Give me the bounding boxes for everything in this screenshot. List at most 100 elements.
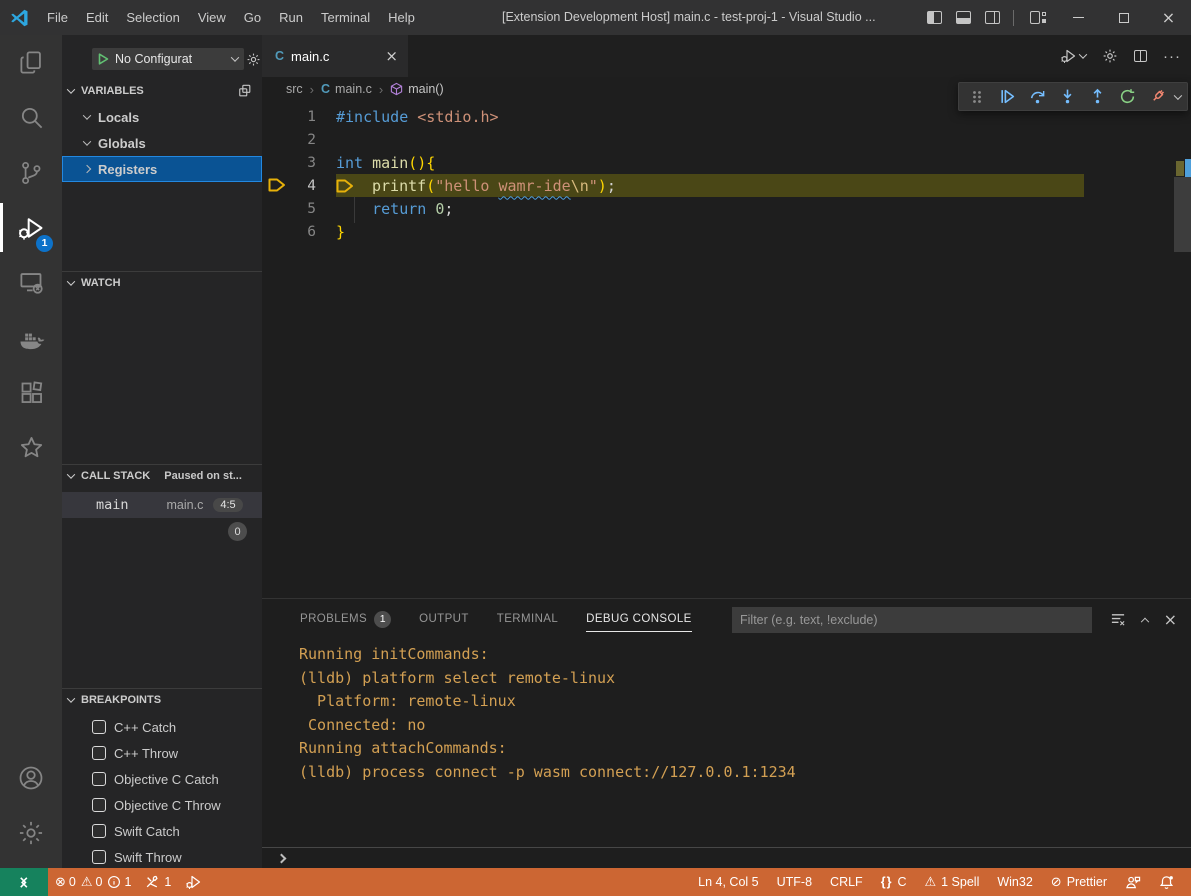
spell-status[interactable]: ⚠ 1 Spell [917, 871, 986, 893]
breakpoints-section-header[interactable]: BREAKPOINTS [62, 688, 262, 710]
breakpoint-item[interactable]: Swift Catch [62, 818, 262, 844]
breakpoint-item[interactable]: Objective C Throw [62, 792, 262, 818]
sidebar-item-explorer[interactable] [0, 35, 62, 90]
menu-terminal[interactable]: Terminal [312, 5, 379, 31]
breakpoint-gutter[interactable] [262, 105, 290, 128]
chevron-down-icon[interactable] [1174, 91, 1182, 99]
breakpoint-checkbox[interactable] [92, 746, 106, 760]
code-line[interactable]: 5 return 0; [262, 197, 1191, 220]
variables-item-registers[interactable]: Registers [62, 156, 262, 182]
account-button[interactable] [0, 750, 62, 805]
panel-tab-debug-console[interactable]: DEBUG CONSOLE [586, 599, 692, 639]
toggle-panel-icon[interactable] [956, 11, 971, 24]
notifications-button[interactable] [1152, 871, 1181, 893]
sidebar-item-remote-explorer[interactable] [0, 255, 62, 310]
platform-target[interactable]: Win32 [990, 871, 1039, 893]
menu-go[interactable]: Go [235, 5, 270, 31]
watch-section-header[interactable]: WATCH [62, 271, 262, 293]
close-panel-icon[interactable]: × [1164, 610, 1177, 629]
breakpoint-item[interactable]: C++ Throw [62, 740, 262, 766]
breakpoint-checkbox[interactable] [92, 772, 106, 786]
menu-help[interactable]: Help [379, 5, 424, 31]
run-or-debug-button[interactable] [1060, 48, 1086, 64]
close-tab-icon[interactable]: × [385, 47, 398, 65]
eol-sequence[interactable]: CRLF [823, 871, 870, 893]
code-line[interactable]: 4printf("hello wamr-ide\n"); [262, 174, 1191, 197]
breakpoint-checkbox[interactable] [92, 850, 106, 864]
panel-tab-terminal[interactable]: TERMINAL [497, 599, 558, 639]
toolbar-drag-handle[interactable] [965, 85, 989, 109]
breadcrumb-symbol[interactable]: main() [408, 82, 443, 96]
toggle-sidebar-icon[interactable] [927, 11, 942, 24]
restart-button[interactable] [1115, 85, 1139, 109]
line-content[interactable]: printf("hello wamr-ide\n"); [336, 177, 616, 195]
breakpoint-item[interactable]: Objective C Catch [62, 766, 262, 792]
scrollbar-slider[interactable] [1174, 177, 1191, 252]
sidebar-item-star[interactable] [0, 420, 62, 475]
language-mode[interactable]: {} C [874, 871, 914, 893]
step-into-button[interactable] [1055, 85, 1079, 109]
line-content[interactable]: #include <stdio.h> [336, 108, 499, 126]
menu-selection[interactable]: Selection [117, 5, 188, 31]
sidebar-item-extensions[interactable] [0, 365, 62, 420]
more-actions-icon[interactable]: ··· [1163, 48, 1181, 65]
code-line[interactable]: 2 [262, 128, 1191, 151]
start-debug-icon[interactable] [98, 53, 109, 65]
formatter-status[interactable]: ⊘ Prettier [1044, 871, 1114, 893]
settings-button[interactable] [0, 805, 62, 860]
menu-edit[interactable]: Edit [77, 5, 117, 31]
debug-settings-gear-icon[interactable] [246, 52, 261, 67]
maximize-panel-icon[interactable] [1140, 618, 1148, 626]
tab-main-c[interactable]: C main.c × [262, 35, 408, 77]
breadcrumb-src[interactable]: src [286, 82, 303, 96]
sidebar-item-search[interactable] [0, 90, 62, 145]
step-over-button[interactable] [1025, 85, 1049, 109]
variables-item-globals[interactable]: Globals [62, 130, 262, 156]
minimize-button[interactable] [1056, 0, 1101, 35]
breakpoint-checkbox[interactable] [92, 720, 106, 734]
feedback-button[interactable] [1118, 871, 1148, 893]
debug-config-dropdown[interactable]: No Configurat [92, 48, 244, 70]
console-filter-input[interactable] [732, 607, 1092, 633]
encoding[interactable]: UTF-8 [770, 871, 819, 893]
continue-button[interactable] [995, 85, 1019, 109]
editor-scrollbar[interactable] [1174, 101, 1191, 598]
breakpoint-gutter[interactable] [262, 128, 290, 151]
restore-button[interactable] [1101, 0, 1146, 35]
stack-frame-row[interactable]: main main.c 4:5 [62, 492, 262, 518]
breakpoint-gutter[interactable] [262, 220, 290, 243]
remote-indicator[interactable] [0, 868, 48, 896]
breakpoint-item[interactable]: Swift Throw [62, 844, 262, 870]
breadcrumb-file[interactable]: main.c [335, 82, 372, 96]
cursor-position[interactable]: Ln 4, Col 5 [691, 871, 765, 893]
menu-view[interactable]: View [189, 5, 235, 31]
breakpoint-item[interactable]: C++ Catch [62, 714, 262, 740]
panel-tab-output[interactable]: OUTPUT [419, 599, 469, 639]
close-button[interactable]: × [1146, 0, 1191, 35]
menu-file[interactable]: File [38, 5, 77, 31]
tools-status[interactable]: 1 [138, 871, 178, 893]
disconnect-button[interactable] [1145, 85, 1169, 109]
code-line[interactable]: 3int main(){ [262, 151, 1191, 174]
breakpoint-checkbox[interactable] [92, 824, 106, 838]
step-out-button[interactable] [1085, 85, 1109, 109]
sidebar-item-docker[interactable] [0, 310, 62, 365]
console-input-row[interactable] [262, 847, 1191, 869]
code-editor[interactable]: 1#include <stdio.h>23int main(){4printf(… [262, 101, 1191, 598]
line-content[interactable]: int main(){ [336, 154, 435, 172]
breakpoint-checkbox[interactable] [92, 798, 106, 812]
breakpoint-gutter[interactable] [262, 174, 290, 197]
line-content[interactable]: return 0; [336, 200, 453, 218]
configure-gear-button[interactable] [1102, 48, 1118, 64]
sidebar-item-run-and-debug[interactable]: 1 [0, 200, 62, 255]
breakpoint-gutter[interactable] [262, 197, 290, 220]
panel-tab-problems[interactable]: PROBLEMS1 [300, 599, 391, 639]
toggle-secondary-sidebar-icon[interactable] [985, 11, 1000, 24]
clear-console-icon[interactable] [1110, 612, 1126, 627]
split-editor-icon[interactable] [1134, 50, 1147, 62]
call-stack-section-header[interactable]: CALL STACK Paused on st... [62, 464, 262, 486]
line-content[interactable]: } [336, 223, 345, 241]
breakpoint-gutter[interactable] [262, 151, 290, 174]
sidebar-item-source-control[interactable] [0, 145, 62, 200]
debug-status-icon[interactable] [178, 871, 209, 893]
